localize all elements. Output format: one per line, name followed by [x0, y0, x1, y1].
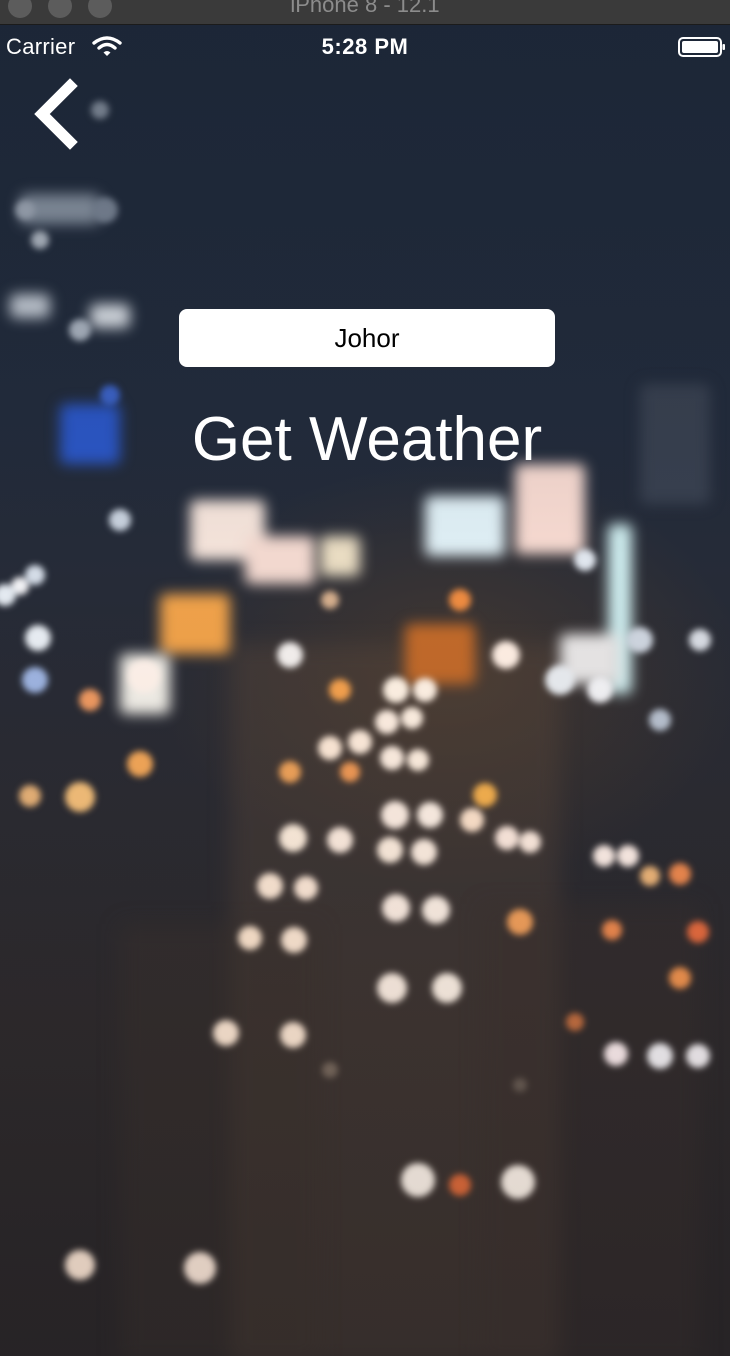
background-shade [0, 24, 730, 1356]
status-time: 5:28 PM [321, 34, 409, 59]
get-weather-button[interactable]: Get Weather [110, 398, 624, 482]
simulator-title-bar: iPhone 8 - 12.1 [0, 0, 730, 25]
city-input[interactable] [179, 309, 555, 367]
background-image [0, 24, 730, 1356]
status-bar: Carrier 5:28 PM [0, 24, 730, 68]
app-screen: iPhone 8 - 12.1 Carrier 5:28 PM Get Weat… [0, 0, 730, 1356]
back-chevron-icon[interactable] [28, 78, 88, 150]
simulator-title: iPhone 8 - 12.1 [290, 0, 440, 17]
battery-icon [678, 37, 725, 57]
